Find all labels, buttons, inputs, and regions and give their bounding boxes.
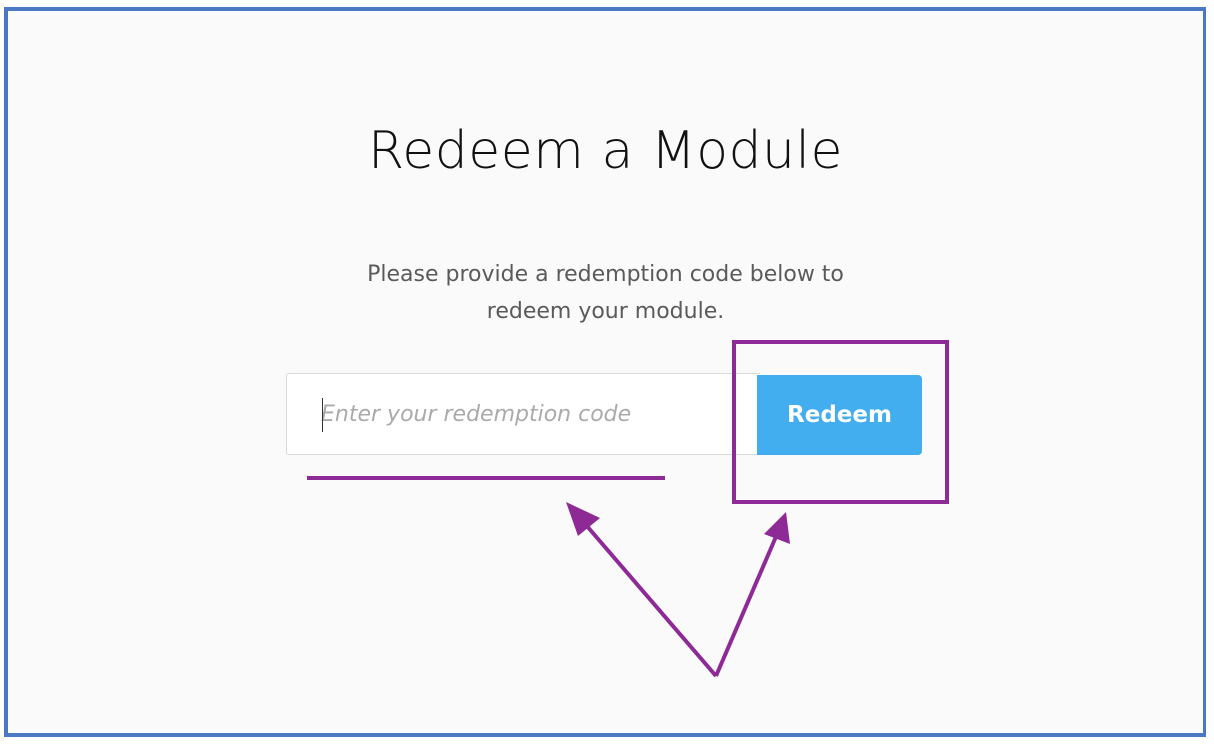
text-cursor [322,398,323,432]
redemption-code-input[interactable] [286,373,760,455]
arrow-shaft-left-annotation [578,516,718,678]
description-line-1: Please provide a redemption code below t… [367,262,844,287]
arrow-shaft-right-annotation [714,531,780,677]
annotation-overlay [307,340,949,678]
page-title: Redeem a Module [368,121,843,181]
arrow-head-right-icon [764,512,790,544]
description-line-2: redeem your module. [486,299,725,324]
arrow-head-left-icon [566,502,600,536]
screenshot-frame: Redeem a Module Please provide a redempt… [4,7,1206,737]
page-description: Please provide a redemption code below t… [8,256,1203,330]
redeem-button[interactable]: Redeem [757,375,922,455]
